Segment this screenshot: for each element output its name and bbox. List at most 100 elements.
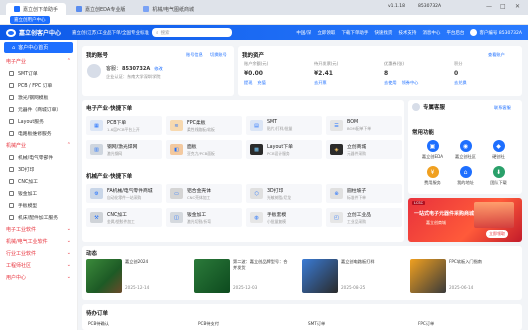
common-item-download[interactable]: ⬇ 团队下载 [482,166,515,186]
sidebar-item-parts[interactable]: 机械/电气零部件 [0,151,77,163]
pending-tab[interactable]: PCB待支付 [198,321,219,327]
brand-logo[interactable]: 嘉立创客户中心 [6,28,68,37]
quick-tile-cnc[interactable]: ⚒ CNC加工 金属/塑胶件加工 [86,208,162,227]
common-item-oshw[interactable]: ◆ 硬创社 [482,140,515,160]
edit-link[interactable]: 修改 [154,66,162,72]
quick-tile-enclosure[interactable]: ▭ 铝合金壳体 CNC壳体加工 [166,184,242,203]
coupon-center-link[interactable]: 领券中心 [402,80,419,86]
sidebar-item-machine[interactable]: 机床/配件加工服务 [0,211,77,223]
account-title: 我的账号 [86,53,109,59]
topbar-link[interactable]: 快速找货 [374,30,392,36]
quick-tile-smt[interactable]: ▤ SMT 贴片/打样/批量 [246,116,322,135]
mall-icon: ◈ [330,144,343,155]
fpc-icon: ≋ [170,120,183,131]
user-menu[interactable]: 客户编号 8530732A [470,29,522,36]
pending-tab[interactable]: SMT订单 [308,321,325,327]
maximize-icon[interactable]: □ [500,3,506,10]
quick-tile-3dprint[interactable]: ⬡ 3D打印 光敏树脂/尼龙 [246,184,322,203]
common-item-fees[interactable]: ¥ 费用服务 [416,166,449,186]
sidebar-section-community[interactable]: 工程师社区 ⌄ [0,259,77,271]
browser-tab[interactable]: 嘉立创EDA专业版 [68,3,133,15]
smt-icon: ▤ [250,120,263,131]
close-icon[interactable]: ✕ [515,3,520,10]
sidebar-item-prototype[interactable]: 手板模型 [0,199,77,211]
search-input[interactable]: ⌕ 搜索 [152,28,233,37]
browser-tab[interactable]: 机械/电气图纸商城 [135,3,202,15]
sidebar-item-stencil[interactable]: 激光/钢网模板 [0,91,77,103]
quick-tile-mall[interactable]: ◈ 立创商城 元器件采购 [326,140,402,159]
common-item-eda[interactable]: ▣ 嘉立创EDA [416,140,449,160]
sub-tab[interactable]: 嘉立创用户中心 [10,15,50,24]
version-label: v1.1.18 [388,4,405,9]
quick-tile-pcb[interactable]: ▦ PCB下单 1-6层PCB平台上开 [86,116,162,135]
region-selector[interactable]: 嘉立创(江苏)工业品下单/全国专业标准 [72,30,149,36]
quick-tile-industrial[interactable]: ◰ 立创工业品 工业品采购 [326,208,402,227]
panel-icon: ◧ [170,144,183,155]
topbar-link[interactable]: 立即领取 [317,30,335,36]
activity-item[interactable]: FPC软板入门指南 2025-06-14 [410,259,510,300]
sidebar-item-home[interactable]: ⌂ 客户中心首页 [4,42,73,53]
company-label: 企业认证：东南大学深圳学院 [106,74,161,79]
contact-service-link[interactable]: 联系客服 [494,105,511,111]
sidebar-item-pcb[interactable]: PCB / FPC 订单 [0,79,77,91]
quick-tile-layout[interactable]: ▩ Layout下单 PCB设计服务 [246,140,322,159]
topbar-link[interactable]: 技术支持 [398,30,416,36]
common-title: 常用功能 [412,130,435,136]
topbar-link[interactable]: 下载下单助手 [341,30,368,36]
common-item-address[interactable]: ⌂ 我的地址 [449,166,482,186]
withdraw-link[interactable]: 提现 [244,80,252,86]
component-icon [9,106,14,112]
sidebar-item-repair[interactable]: 电路板维修服务 [0,127,77,139]
topbar-link[interactable]: 中国/深 [296,30,311,36]
account-card: 我的账号 账号信息 切换账号 客服： 8530732A 修改 企业认证：东南大学深圳… [82,46,234,96]
activity-item[interactable]: 第二波：嘉立创品牌型号：合并发货 2025-12-03 [194,259,294,300]
asset-points: 积分 0 去兑换 [454,61,467,86]
sidebar-item-smt[interactable]: SMT订单 [0,67,77,79]
sidebar-section-user[interactable]: 用户中心 ⌄ [0,271,77,283]
activity-item[interactable]: 嘉立创电路板打样 2025-08-25 [302,259,402,300]
sidebar-item-layout[interactable]: Layout服务 [0,115,77,127]
account-info-link[interactable]: 账号信息 [186,52,203,58]
minimize-icon[interactable]: — [486,3,492,10]
chevron-down-icon: ⌄ [66,226,71,232]
sidebar-item-3dprint[interactable]: 3D打印 [0,163,77,175]
promo-cta-button[interactable]: 立即领取 [486,230,508,238]
invoice-link[interactable]: 去开票 [314,80,338,86]
quick-tile-panel[interactable]: ◧ 面板 亚克力/PCB面板 [166,140,242,159]
sidebar-section-isoft[interactable]: 行业工业软件 ⌄ [0,247,77,259]
view-account-link[interactable]: 查看账户 [488,52,505,58]
recharge-link[interactable]: 充值 [257,80,265,86]
sidebar-section-electronics[interactable]: 电子产业 ⌃ [0,55,77,67]
switch-account-link[interactable]: 切换账号 [210,52,227,58]
redeem-link[interactable]: 去兑换 [454,80,467,86]
pending-tab[interactable]: PCB待确认 [88,321,109,327]
chevron-up-icon: ⌃ [66,142,71,148]
activity-image [410,259,446,293]
quick-tile-fpc[interactable]: ≋ FPC柔板 柔性线路板/软板 [166,116,242,135]
sidebar-item-cnc[interactable]: CNC加工 [0,175,77,187]
quick-tile-stencil[interactable]: ▥ 钢网/激光焊网 激光钢网 [86,140,162,159]
common-item-community[interactable]: ◉ 嘉立创社区 [449,140,482,160]
pending-tab[interactable]: FPC订单 [418,321,434,327]
topbar-link[interactable]: 平台后台 [446,30,464,36]
sidebar-item-sheetmetal[interactable]: 钣金加工 [0,187,77,199]
promo-banner[interactable]: LCSC 一站式电子元器件采购商城 嘉立创商城 立即领取 [408,198,522,242]
sidebar-section-esoft[interactable]: 电子工业软件 ⌄ [0,223,77,235]
printer-icon [9,166,14,172]
topbar-link[interactable]: 消息中心 [422,30,440,36]
mold-icon [9,202,14,208]
lcsc-logo: LCSC [412,201,426,205]
quick-tile-bom[interactable]: ☰ BOM BOM配单下单 [326,116,402,135]
quick-tile-standard[interactable]: ⊕ 圆柱坡子 标准件下单 [326,184,402,203]
quick-tile-sheet[interactable]: ◫ 钣金加工 激光切割/折弯 [166,208,242,227]
app-icon [76,6,83,12]
activity-item[interactable]: 嘉立创2024 2025-12-14 [86,259,186,300]
pending-orders-card: 待办订单 PCB待确认 PCB待支付 SMT订单 FPC订单 [82,304,522,330]
quick-tile-fa[interactable]: ⚙ FA机械/电气零件商城 自动化零件一站采购 [86,184,162,203]
sidebar-item-components[interactable]: 元器件（商城订单） [0,103,77,115]
browser-tab[interactable]: 嘉立创下单助手 [6,3,67,15]
sidebar-section-msoft[interactable]: 机械/电气工业软件 ⌄ [0,235,77,247]
quick-tile-mold[interactable]: ◍ 手板套模 小批量复模 [246,208,322,227]
sidebar-section-mechanical[interactable]: 机械产业 ⌃ [0,139,77,151]
use-coupon-link[interactable]: 去使用 [384,80,397,86]
